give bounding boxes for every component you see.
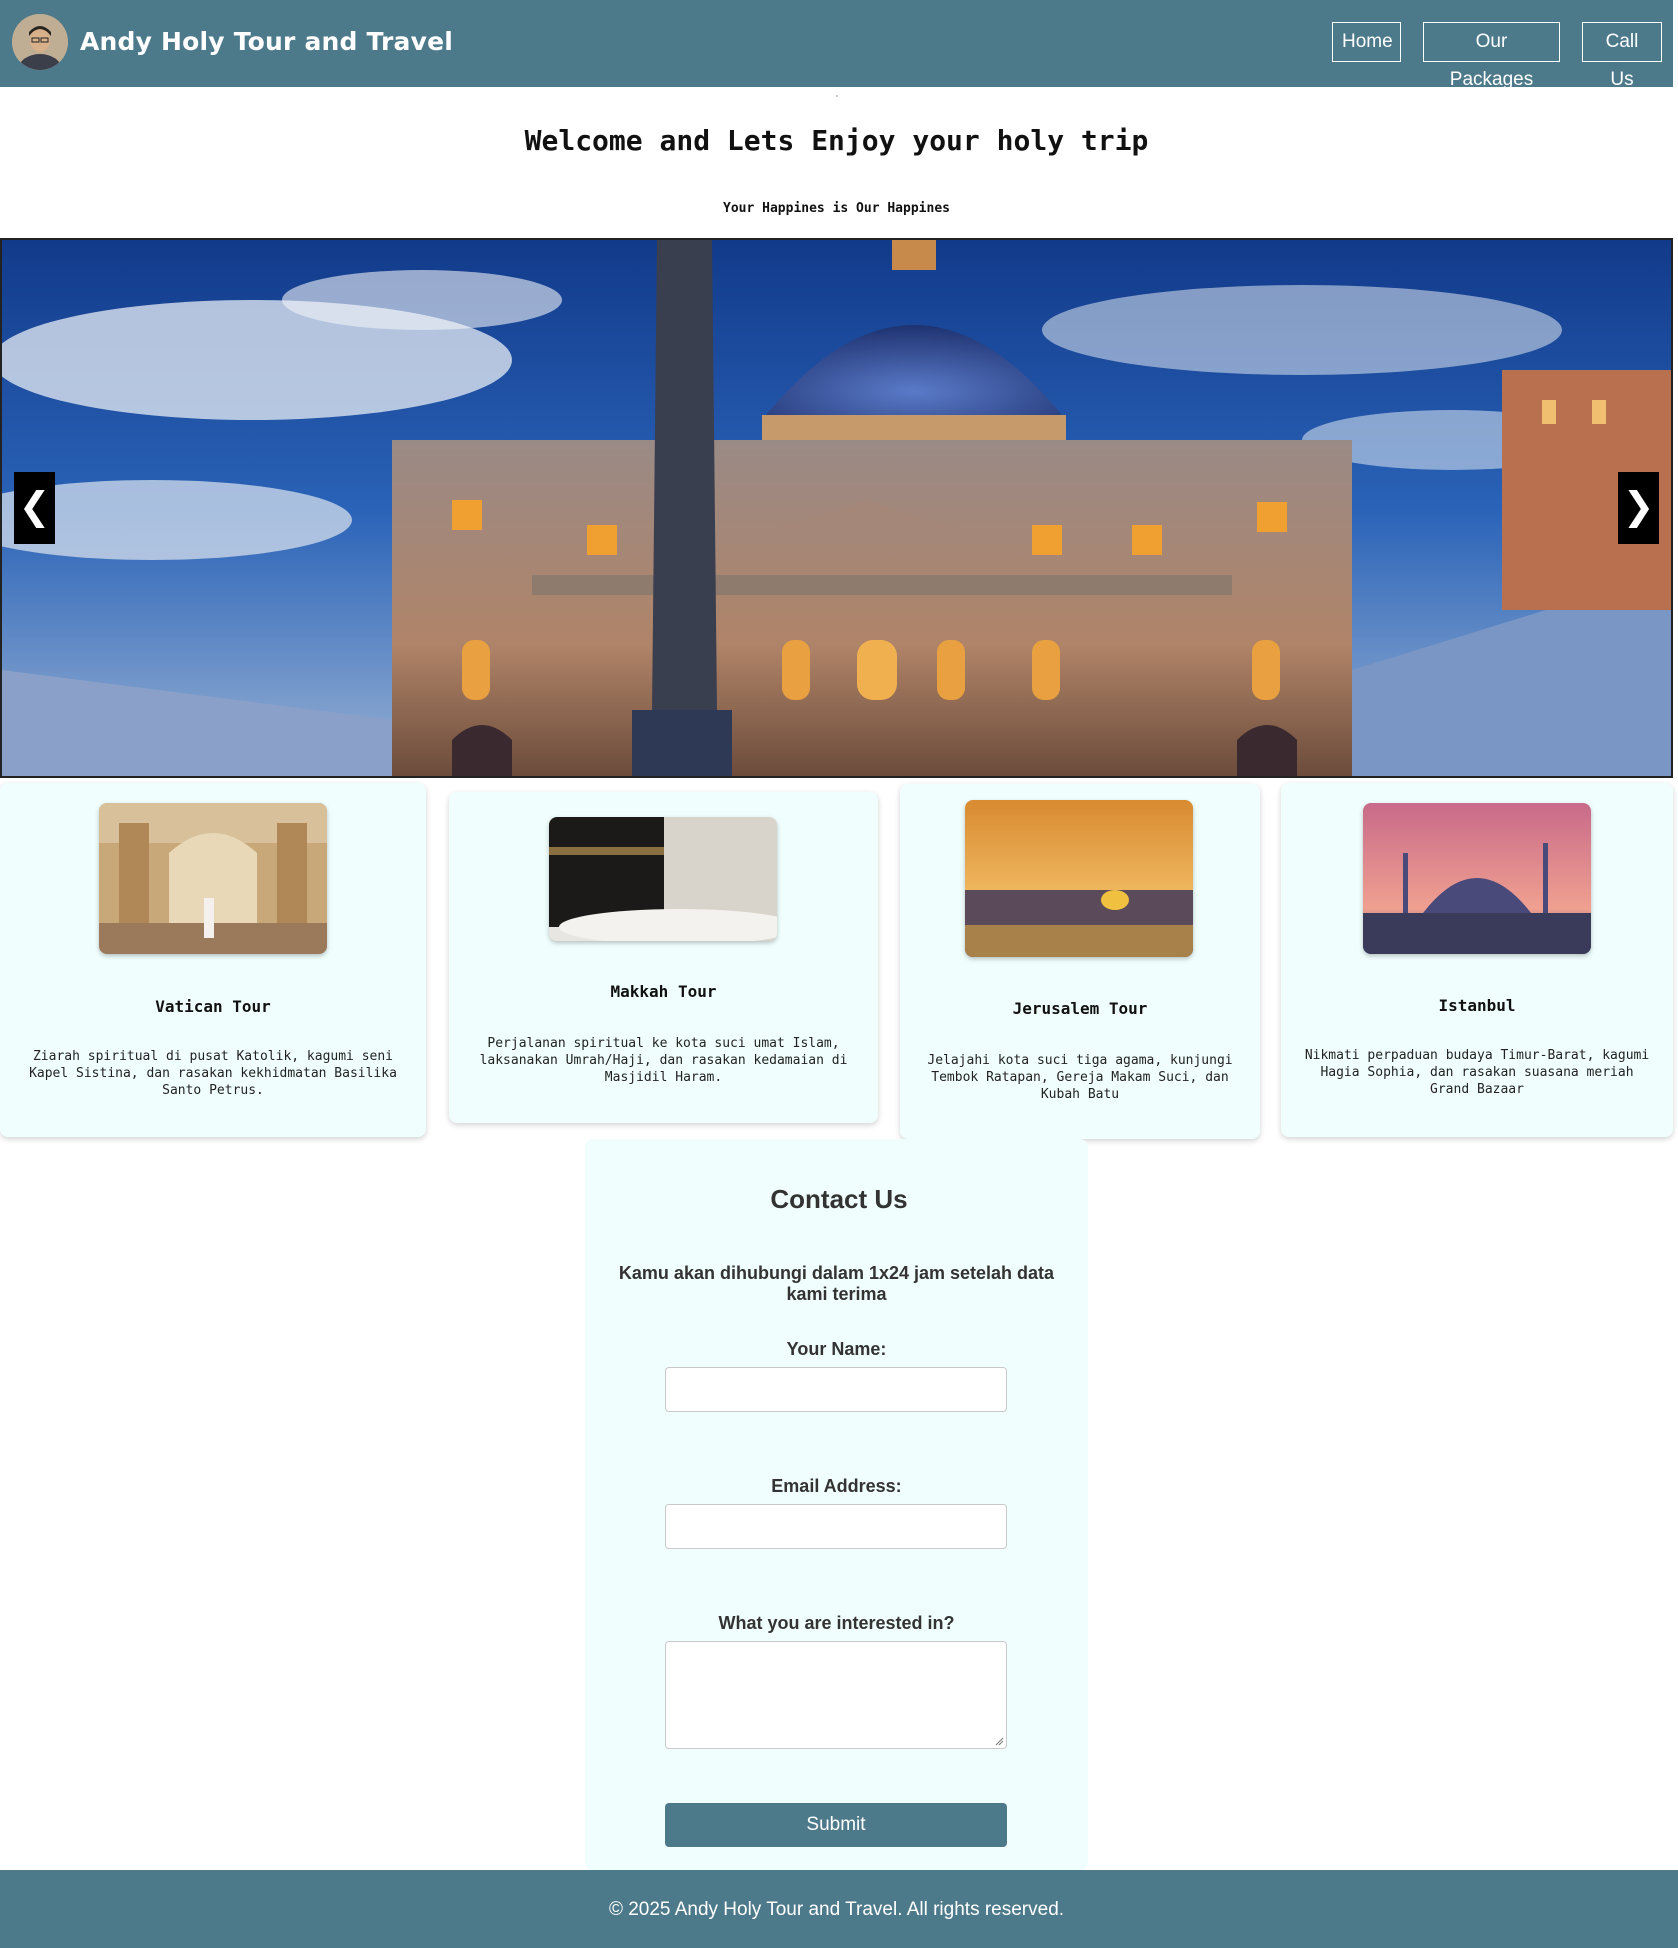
name-input[interactable] [665, 1367, 1007, 1412]
card-title: Makkah Tour [610, 982, 717, 1001]
submit-button[interactable]: Submit [665, 1803, 1007, 1847]
resize-handle-icon[interactable] [994, 1736, 1004, 1746]
contact-title: Contact Us [770, 1184, 908, 1214]
footer-copyright: © 2025 Andy Holy Tour and Travel. All ri… [608, 1899, 1065, 1920]
email-label: Email Address: [771, 1476, 902, 1496]
card-title: Jerusalem Tour [1012, 999, 1148, 1018]
card-description: Perjalanan spiritual ke kota suci umat I… [479, 1036, 848, 1085]
email-input[interactable] [665, 1504, 1007, 1549]
contact-subtitle: Kamu akan dihubungi dalam 1x24 jam setel… [618, 1263, 1055, 1304]
name-label: Your Name: [786, 1339, 887, 1359]
card-description: Nikmati perpaduan budaya Timur-Barat, ka… [1304, 1048, 1650, 1097]
page-title: Welcome and Lets Enjoy your holy trip [524, 124, 1149, 157]
avatar [12, 14, 68, 70]
card-description: Ziarah spiritual di pusat Katolik, kagum… [29, 1049, 397, 1098]
tour-card-makkah[interactable]: Makkah Tour Perjalanan spiritual ke kota… [449, 792, 878, 1123]
card-title: Istanbul [1438, 996, 1516, 1015]
carousel-next-button[interactable]: ❯ [1618, 472, 1659, 544]
site-header: Andy Holy Tour and Travel Home Our Packa… [0, 0, 1673, 90]
tour-card-vatican[interactable]: Vatican Tour Ziarah spiritual di pusat K… [0, 783, 426, 1137]
divider-dot [836, 95, 838, 97]
interest-textarea[interactable] [665, 1641, 1007, 1749]
brand-title[interactable]: Andy Holy Tour and Travel [80, 27, 453, 56]
vatican-tour-image [99, 803, 327, 954]
istanbul-tour-image [1363, 803, 1591, 954]
jerusalem-tour-image [965, 800, 1193, 957]
interest-label: What you are interested in? [718, 1613, 955, 1633]
card-description: Jelajahi kota suci tiga agama, kunjungi … [927, 1053, 1233, 1102]
nav-packages-button[interactable]: Our Packages [1423, 22, 1560, 90]
tour-card-istanbul[interactable]: Istanbul Nikmati perpaduan budaya Timur-… [1281, 783, 1673, 1137]
nav-home-button[interactable]: Home [1332, 22, 1401, 62]
hero-carousel-image [0, 238, 1673, 778]
page-tagline: Your Happines is Our Happines [723, 201, 950, 216]
card-title: Vatican Tour [155, 997, 271, 1016]
tour-card-jerusalem[interactable]: Jerusalem Tour Jelajahi kota suci tiga a… [900, 784, 1260, 1139]
nav-call-us-button[interactable]: Call Us [1582, 22, 1662, 90]
makkah-tour-image [549, 817, 777, 941]
carousel-prev-button[interactable]: ❮ [14, 472, 55, 544]
